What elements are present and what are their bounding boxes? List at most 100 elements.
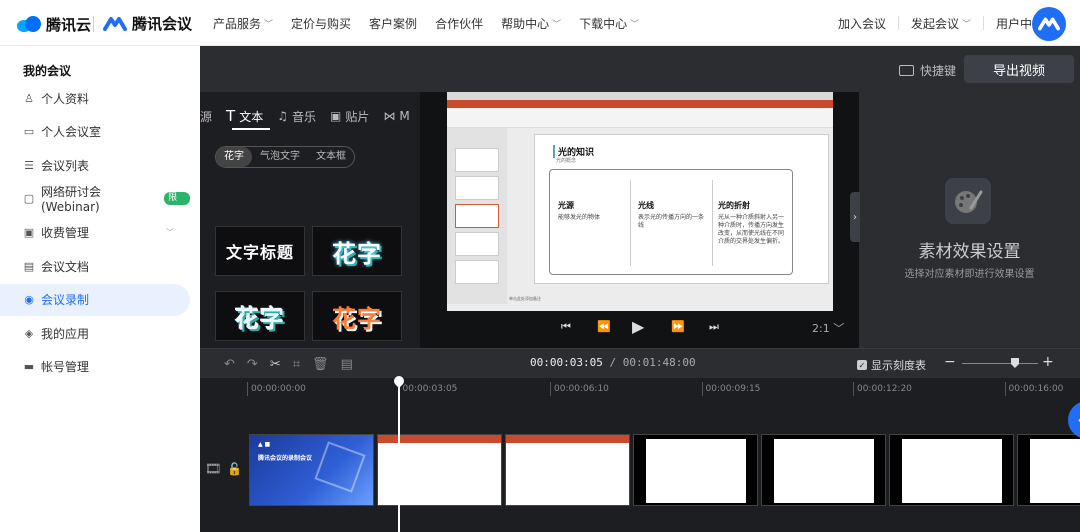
subtab-bubble-text[interactable]: 气泡文字 <box>252 147 308 167</box>
properties-panel: › 素材效果设置 选择对应素材即进行效果设置 <box>850 92 1080 348</box>
join-meeting-link[interactable]: 加入会议 <box>838 15 886 32</box>
clip-ppt-bar <box>506 435 629 443</box>
aspect-ratio-label: 2:1 <box>812 322 830 335</box>
tab-source[interactable]: 源 <box>200 106 212 126</box>
sidebar-item-label: 会议录制 <box>41 293 90 308</box>
sidebar-item[interactable]: ◉ 会议录制 <box>0 283 190 316</box>
crop-icon[interactable]: ⌗ <box>293 357 300 372</box>
video-clip[interactable] <box>377 434 502 506</box>
lock-icon[interactable]: 🔓 <box>227 462 242 476</box>
delete-icon[interactable]: 🗑 <box>312 357 329 372</box>
video-clip[interactable] <box>1017 434 1080 506</box>
tab-sticker-label: 贴片 <box>345 109 370 124</box>
column-heading: 光线 <box>638 201 654 210</box>
shortcut-button[interactable]: 快捷键 <box>899 62 956 79</box>
play-icon[interactable]: ▶ <box>632 317 644 336</box>
sidebar-item[interactable]: ▤ 会议文档 <box>0 250 190 282</box>
freeze-frame-icon[interactable]: ▤ <box>341 357 353 372</box>
export-video-button[interactable]: 导出视频 <box>964 55 1074 83</box>
start-meeting-link[interactable]: 发起会议 ﹀ <box>911 15 971 32</box>
properties-title: 素材效果设置 <box>918 242 1021 262</box>
text-style-tile[interactable]: 花字 <box>312 226 402 276</box>
zoom-in-icon[interactable]: + <box>1042 354 1054 370</box>
playhead[interactable] <box>391 373 407 532</box>
video-preview: 光的知识 光的概念 光源 能够发光的物体 光线 表示光的传播方向的一条线 光的折… <box>420 92 859 348</box>
subtab-fancy-text[interactable]: 花字 <box>216 147 252 167</box>
palette-icon <box>945 178 991 224</box>
video-clip[interactable] <box>889 434 1014 506</box>
zoom-slider[interactable]: − + <box>944 354 1054 371</box>
tencent-meeting-logo[interactable]: 腾讯会议 <box>103 13 192 34</box>
nav-item[interactable]: 合作伙伴 <box>435 15 483 32</box>
shortcut-label: 快捷键 <box>920 64 957 78</box>
scissors-icon[interactable]: ✂ <box>270 357 281 372</box>
timeline-ruler[interactable]: 00:00:00:00 00:00:03:05 00:00:06:10 00:00:0… <box>200 378 1080 412</box>
video-clip[interactable] <box>505 434 630 506</box>
slide-thumbnail <box>455 232 499 256</box>
clip-decoration <box>314 441 366 493</box>
text-style-tile[interactable]: 花字 <box>215 291 305 341</box>
avatar[interactable] <box>1032 7 1066 41</box>
redo-icon[interactable]: ↷ <box>247 357 258 372</box>
cloud-icon <box>17 16 41 32</box>
zoom-handle[interactable] <box>1011 358 1019 368</box>
chevron-right-icon: › <box>853 211 857 223</box>
sidebar-item[interactable]: ▭ 个人会议室 <box>0 116 190 148</box>
sidebar-item[interactable]: ▣ 收费管理 ﹀ <box>0 216 190 248</box>
sidebar-item-label: 个人资料 <box>41 91 90 106</box>
sidebar-item[interactable]: ☰ 会议列表 <box>0 149 190 181</box>
nav-item[interactable]: 帮助中心 ﹀ <box>501 15 561 32</box>
text-style-tile[interactable]: 花字 <box>312 291 402 341</box>
promo-badge: 限免 <box>164 192 190 216</box>
video-clip[interactable] <box>633 434 758 506</box>
properties-subtitle: 选择对应素材即进行效果设置 <box>904 269 1035 280</box>
nav-item[interactable]: 客户案例 <box>369 15 417 32</box>
tab-transition[interactable]: ⋈ M <box>383 106 409 126</box>
aspect-ratio-select[interactable]: 2:1 ﹀ <box>812 320 844 336</box>
sidebar-item[interactable]: ▬ 帐号管理 <box>0 351 190 383</box>
video-clip[interactable]: ▲ ■ 腾讯会议的录制会议 <box>249 434 374 506</box>
divider <box>983 16 985 30</box>
ruler-tick: 00:00:12:20 <box>853 382 912 396</box>
tab-sticker[interactable]: ▣ 贴片 <box>330 106 369 126</box>
meeting-logo-icon <box>103 16 127 31</box>
meeting-room-icon: ▭ <box>23 125 35 139</box>
nav-item[interactable]: 下载中心 ﹀ <box>579 15 639 32</box>
fast-forward-icon[interactable]: ⏩ <box>671 320 685 333</box>
nav-item-label: 定价与购买 <box>291 17 352 31</box>
sidebar-item[interactable]: ▢ 网络研讨会(Webinar) 限免 <box>0 183 190 216</box>
tencent-cloud-logo[interactable]: 腾讯云 <box>17 13 91 35</box>
undo-icon[interactable]: ↶ <box>224 357 235 372</box>
chevron-down-icon: ﹀ <box>630 20 640 30</box>
zoom-out-icon[interactable]: − <box>944 354 956 370</box>
clip-title: 腾讯会议的录制会议 <box>258 455 313 462</box>
tab-text[interactable]: T 文本 <box>226 106 263 126</box>
video-editor: 快捷键 导出视频 源 T 文本 ♫ 音乐 ▣ 贴片 ⋈ M 花字 气泡文字 文本框 文字… <box>200 46 1080 532</box>
skip-start-icon[interactable]: ⏮ <box>561 320 571 334</box>
slide-canvas: 光的知识 光的概念 光源 能够发光的物体 光线 表示光的传播方向的一条线 光的折… <box>534 134 829 284</box>
subtab-textbox[interactable]: 文本框 <box>308 147 354 167</box>
sidebar: 我的会议 ♙ 个人资料 ▭ 个人会议室 ☰ 会议列表 ▢ 网络研讨会(Webinar) 限免 ▣ 收… <box>0 46 200 532</box>
tab-music[interactable]: ♫ 音乐 <box>277 106 316 126</box>
text-icon: T <box>226 107 236 125</box>
sidebar-item[interactable]: ◈ 我的应用 <box>0 317 190 349</box>
nav-item[interactable]: 定价与购买 <box>291 15 351 32</box>
slide-subtitle: 光的概念 <box>556 158 577 164</box>
video-clip[interactable] <box>761 434 886 506</box>
skip-end-icon[interactable]: ⏭ <box>709 320 719 334</box>
collapse-panel-button[interactable]: › <box>850 192 860 242</box>
column-text: 能够发光的物体 <box>558 214 601 221</box>
sidebar-item[interactable]: ♙ 个人资料 <box>0 82 190 114</box>
logo-divider <box>93 16 94 32</box>
keyboard-icon <box>899 65 914 76</box>
nav-item-label: 产品服务 <box>213 17 262 31</box>
nav-item[interactable]: 产品服务 ﹀ <box>213 15 273 32</box>
rewind-icon[interactable]: ⏪ <box>597 320 611 333</box>
column-heading: 光源 <box>558 201 574 210</box>
tab-music-label: 音乐 <box>291 109 316 124</box>
zoom-track <box>962 363 1038 364</box>
text-style-tile[interactable]: 文字标题 <box>215 226 305 276</box>
tab-text-label: 文本 <box>239 109 264 124</box>
show-scale-checkbox[interactable]: ✓ 显示刻度表 <box>857 357 926 373</box>
chevron-down-icon: ﹀ <box>264 20 274 30</box>
